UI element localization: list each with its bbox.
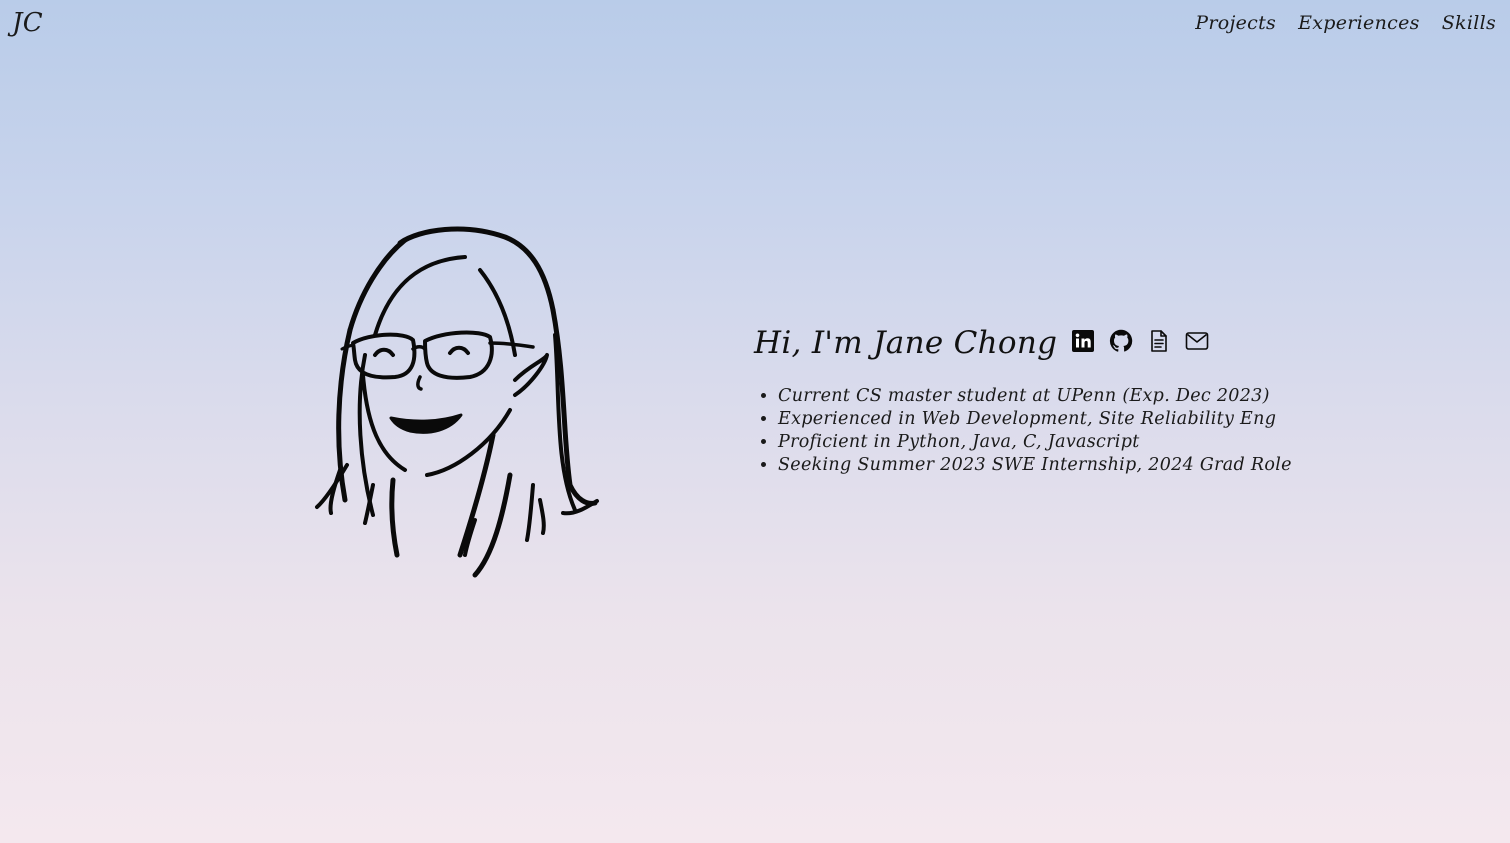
nav-skills[interactable]: Skills [1442,12,1496,34]
list-item: Proficient in Python, Java, C, Javascrip… [778,431,1292,454]
list-item: Current CS master student at UPenn (Exp.… [778,385,1292,408]
social-links [1071,329,1209,353]
list-item: Seeking Summer 2023 SWE Internship, 2024… [778,454,1292,477]
github-icon[interactable] [1109,329,1133,353]
list-item: Experienced in Web Development, Site Rel… [778,408,1292,431]
site-logo[interactable]: JC [12,8,43,38]
nav-projects[interactable]: Projects [1195,12,1276,34]
linkedin-icon[interactable] [1071,329,1095,353]
avatar-sketch [315,226,599,578]
nav-experiences[interactable]: Experiences [1298,12,1420,34]
top-nav: Projects Experiences Skills [1195,12,1496,34]
summary-list: Current CS master student at UPenn (Exp.… [754,385,1292,477]
title-row: Hi, I'm Jane Chong [754,325,1292,361]
page-title: Hi, I'm Jane Chong [754,325,1058,361]
intro-section: Hi, I'm Jane Chong • Current CS master s… [754,325,1292,477]
resume-document-icon[interactable] [1147,329,1171,353]
email-icon[interactable] [1185,329,1209,353]
